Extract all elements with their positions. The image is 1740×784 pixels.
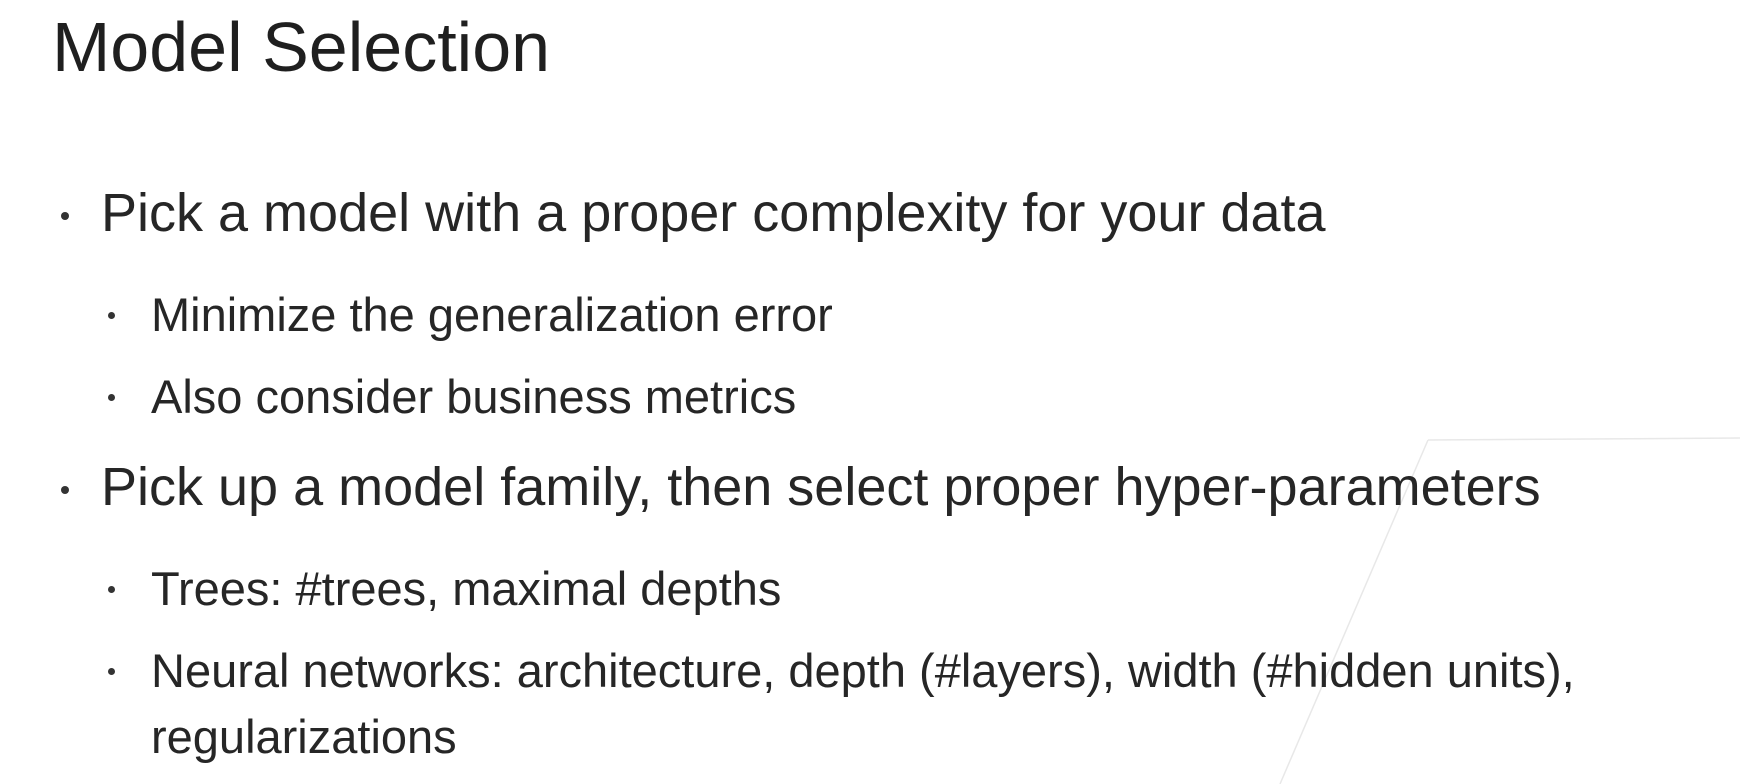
bullet-item: Pick a model with a proper complexity fo… — [61, 180, 1326, 246]
bullet-item: Pick up a model family, then select prop… — [61, 454, 1541, 520]
bullet-dot-icon — [108, 668, 115, 675]
sub-bullet-item: Also consider business metrics — [108, 364, 797, 430]
sub-bullet-text: Neural networks: architecture, depth (#l… — [151, 644, 1575, 763]
bullet-text: Pick up a model family, then select prop… — [101, 457, 1541, 517]
sub-bullet-item: Neural networks: architecture, depth (#l… — [108, 638, 1711, 770]
bullet-dot-icon — [61, 212, 69, 220]
sub-bullet-text: Minimize the generalization error — [151, 288, 833, 341]
slide: Model Selection Pick a model with a prop… — [0, 0, 1740, 784]
bullet-dot-icon — [108, 394, 115, 401]
bullet-dot-icon — [108, 312, 115, 319]
bullet-dot-icon — [61, 486, 69, 494]
sub-bullet-item: Minimize the generalization error — [108, 282, 833, 348]
sub-bullet-text: Trees: #trees, maximal depths — [151, 562, 782, 615]
sub-bullet-text: Also consider business metrics — [151, 370, 797, 423]
bullet-dot-icon — [108, 586, 115, 593]
slide-title: Model Selection — [52, 8, 551, 86]
sub-bullet-item: Trees: #trees, maximal depths — [108, 556, 782, 622]
bullet-text: Pick a model with a proper complexity fo… — [101, 183, 1326, 243]
